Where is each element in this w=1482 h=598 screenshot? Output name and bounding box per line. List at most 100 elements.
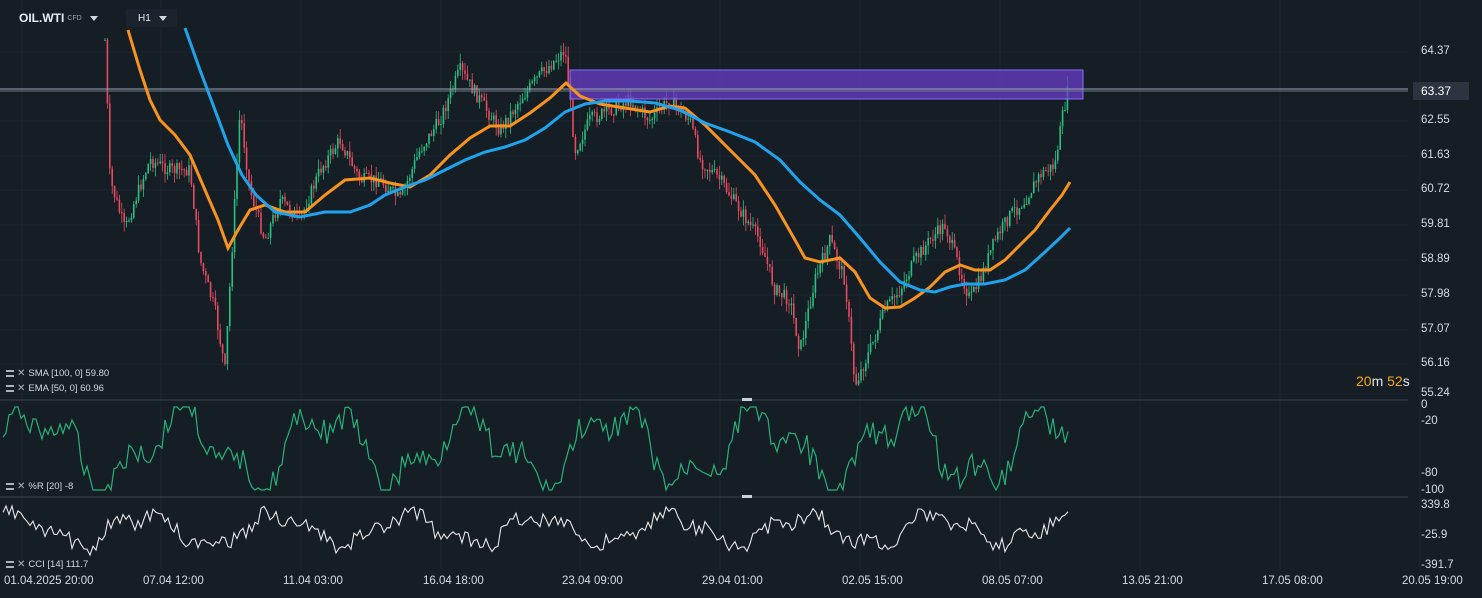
candle-body	[478, 95, 481, 103]
candle-body	[339, 138, 341, 144]
candle-body	[584, 129, 586, 140]
candle-body	[329, 148, 332, 156]
candle-body	[325, 166, 327, 168]
time-tick: 02.05 15:00	[842, 575, 903, 587]
symbol-selector[interactable]: OIL.WTI CFD	[19, 9, 98, 27]
candle-body	[917, 252, 920, 258]
candle-body	[692, 118, 694, 129]
candle-body	[613, 114, 615, 116]
close-icon[interactable]: ✕	[17, 368, 25, 379]
supply-zone-rectangle[interactable]	[569, 69, 1084, 100]
close-icon[interactable]: ✕	[17, 559, 25, 570]
candle-body	[449, 88, 452, 99]
candle-body	[560, 51, 562, 61]
cci-line	[2, 504, 1069, 557]
cci-legend[interactable]: ✕ CCI [14] 111.7	[6, 559, 88, 570]
candle-body	[409, 177, 411, 181]
candle-body	[927, 238, 929, 246]
candle-body	[1033, 181, 1035, 194]
candle-body	[944, 223, 946, 229]
price-tick: 62.55	[1421, 114, 1450, 126]
settings-lines-icon[interactable]	[6, 561, 14, 568]
candle-body	[956, 247, 958, 258]
candle-body	[197, 219, 200, 253]
candle-body	[149, 159, 152, 165]
candle-body	[709, 169, 711, 173]
candle-body	[490, 119, 493, 121]
candle-body	[219, 330, 221, 345]
candle-body	[533, 77, 536, 82]
candle-body	[843, 265, 845, 285]
candle-body	[104, 39, 106, 41]
pane-resize-handle[interactable]	[742, 398, 752, 401]
close-icon[interactable]: ✕	[17, 383, 25, 394]
candle-body	[483, 97, 485, 101]
sma-legend[interactable]: ✕ SMA [100, 0] 59.80	[6, 368, 109, 379]
candle-body	[1042, 170, 1045, 178]
candle-body	[853, 343, 855, 375]
wpr-legend[interactable]: ✕ %R [20] -8	[6, 481, 73, 492]
candle-body	[1018, 208, 1021, 215]
candle-body	[901, 288, 903, 296]
chart-canvas[interactable]	[0, 0, 1482, 598]
candle-body	[195, 208, 197, 220]
candle-body	[521, 99, 524, 104]
timeframe-selector[interactable]: H1	[126, 9, 177, 27]
candle-body	[769, 264, 771, 267]
pane-resize-handle-2[interactable]	[742, 495, 752, 498]
candle-body	[1035, 181, 1037, 183]
candle-body	[992, 238, 994, 251]
candle-body	[797, 335, 800, 350]
candle-body	[1006, 217, 1009, 226]
candle-body	[749, 221, 752, 225]
candle-body	[848, 301, 850, 318]
candle-body	[728, 192, 730, 196]
candle-body	[469, 79, 471, 81]
candle-body	[493, 115, 495, 120]
candle-body	[1016, 207, 1018, 215]
candle-body	[646, 117, 649, 121]
candle-body	[757, 226, 759, 237]
candle-body	[109, 103, 111, 169]
candle-body	[1052, 164, 1054, 169]
candle-body	[202, 263, 205, 272]
time-tick: 29.04 01:00	[702, 575, 763, 587]
candle-body	[826, 246, 829, 260]
candle-body	[869, 343, 872, 353]
close-icon[interactable]: ✕	[17, 481, 25, 492]
candle-body	[171, 163, 173, 167]
settings-lines-icon[interactable]	[6, 385, 14, 392]
settings-lines-icon[interactable]	[6, 370, 14, 377]
settings-lines-icon[interactable]	[6, 483, 14, 490]
candle-body	[229, 286, 231, 327]
candle-body	[265, 237, 267, 239]
time-tick: 11.04 03:00	[283, 575, 343, 587]
candle-body	[723, 175, 725, 183]
candle-body	[440, 124, 442, 126]
candle-body	[913, 256, 915, 262]
candle-body	[989, 250, 992, 254]
candle-body	[889, 299, 891, 302]
ema-legend[interactable]: ✕ EMA [50, 0] 60.96	[6, 383, 104, 394]
candle-body	[829, 235, 831, 247]
wpr-tick: -100	[1421, 484, 1445, 496]
candle-body	[891, 296, 893, 300]
candle-body	[334, 148, 337, 154]
candle-body	[586, 119, 589, 130]
candle-body	[872, 341, 874, 344]
candle-body	[687, 118, 689, 120]
price-tick: 64.37	[1421, 45, 1450, 57]
candle-body	[893, 296, 896, 298]
candle-body	[793, 303, 795, 318]
candle-body	[574, 136, 577, 154]
sma-line	[183, 27, 1072, 294]
price-tick: 57.98	[1421, 288, 1450, 300]
candle-body	[857, 380, 860, 385]
candle-body	[161, 161, 164, 164]
candle-body	[973, 286, 975, 292]
candle-body	[176, 163, 178, 174]
symbol-tag: CFD	[67, 14, 82, 22]
chevron-down-icon	[158, 15, 167, 21]
candle-body	[706, 169, 709, 171]
candle-body	[507, 117, 509, 124]
